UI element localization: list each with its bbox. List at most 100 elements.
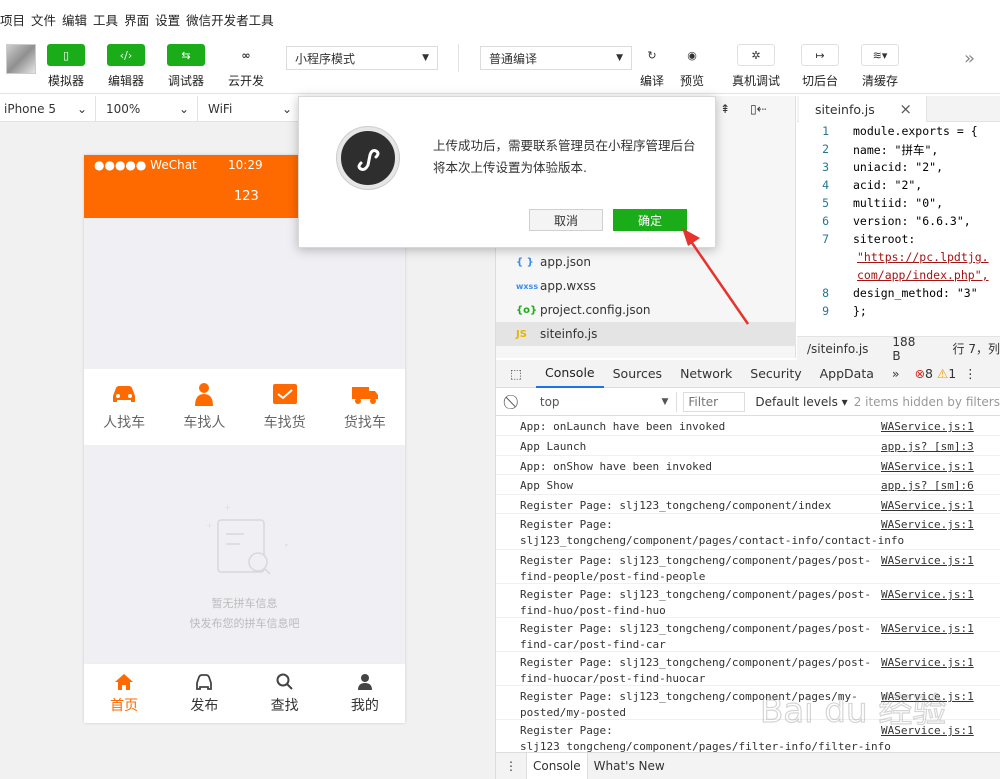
mode-select-value: 小程序模式: [295, 51, 356, 66]
log-source-link[interactable]: WAService.js:1: [881, 553, 974, 569]
menu-edit[interactable]: 编辑: [62, 10, 93, 29]
console-row: Register Page: slj123_tongcheng/componen…: [496, 550, 1000, 584]
debugger-label: 调试器: [167, 74, 204, 88]
log-source-link[interactable]: WAService.js:1: [881, 419, 974, 435]
context-select[interactable]: top ▼: [532, 391, 678, 412]
menu-view[interactable]: 界面: [124, 10, 155, 29]
menu-settings[interactable]: 设置: [155, 10, 186, 29]
menu-devtools[interactable]: 微信开发者工具: [186, 10, 280, 29]
nav-search[interactable]: 查找: [245, 664, 325, 723]
cancel-button[interactable]: 取消: [529, 209, 603, 231]
tab-network[interactable]: Network: [671, 360, 741, 388]
tab-goods-find-car[interactable]: 货找车: [325, 369, 405, 445]
simulator-button[interactable]: ▯ 模拟器: [36, 44, 96, 89]
filter-input[interactable]: [683, 391, 746, 412]
file-item[interactable]: { } app.json: [516, 250, 591, 274]
network-select[interactable]: WiFi ⌄: [198, 96, 300, 122]
inspect-icon[interactable]: ⬚: [496, 366, 536, 381]
empty-state: + + • 暂无拼车信息 快发布您的拼车信息吧: [84, 445, 405, 663]
user-icon: [357, 673, 372, 690]
chevron-down-icon: ⌄: [76, 101, 87, 116]
log-source-link[interactable]: WAService.js:1: [881, 655, 974, 671]
device-select[interactable]: iPhone 5 ⌄: [0, 95, 96, 122]
truck-icon: [351, 387, 378, 404]
log-source-link[interactable]: WAService.js:1: [881, 587, 974, 603]
clear-console-icon[interactable]: ⃠: [496, 394, 532, 410]
levels-select[interactable]: Default levels ▾: [755, 395, 847, 409]
code-text: module.exports = {: [853, 124, 978, 138]
error-icon: ⊗: [914, 366, 926, 381]
log-source-link[interactable]: WAService.js:1: [881, 621, 974, 637]
editor-label: 编辑器: [107, 74, 144, 88]
console-row: App Show app.js? [sm]:6: [496, 475, 1000, 495]
warning-count[interactable]: 1: [948, 366, 956, 381]
tab-appdata[interactable]: AppData: [811, 360, 883, 388]
code-icon: ‹/›: [107, 44, 145, 66]
menu-file[interactable]: 文件: [31, 10, 62, 29]
log-message: Register Page: slj123_tongcheng/componen…: [520, 499, 832, 512]
clear-cache-button[interactable]: ≋▾ 清缓存: [850, 44, 910, 89]
debugger-button[interactable]: ⇆ 调试器: [156, 44, 216, 89]
log-source-link[interactable]: app.js? [sm]:3: [881, 439, 974, 455]
log-source-link[interactable]: WAService.js:1: [881, 498, 974, 514]
nav-mine[interactable]: 我的: [325, 664, 405, 723]
split-icon[interactable]: ▯⇠: [750, 102, 767, 116]
tab-people-find-car[interactable]: 人找车: [84, 369, 164, 445]
editor-tab-siteinfo[interactable]: siteinfo.js ×: [799, 96, 927, 122]
tab-security[interactable]: Security: [741, 360, 810, 388]
preview-button[interactable]: ◉ 预览: [662, 44, 722, 89]
file-item[interactable]: {o} project.config.json: [516, 298, 651, 322]
status-carrier: ●●●●● WeChat: [94, 158, 197, 172]
file-item[interactable]: wxss app.wxss: [516, 274, 596, 298]
tab-console[interactable]: Console: [536, 360, 604, 388]
tab-label: 人找车: [103, 415, 146, 431]
file-name: siteinfo.js: [540, 327, 598, 341]
tab-more[interactable]: »: [883, 360, 909, 388]
log-source-link[interactable]: app.js? [sm]:6: [881, 478, 974, 494]
line-number: 6: [822, 214, 829, 228]
line-number: [797, 268, 829, 286]
nav-home[interactable]: 首页: [84, 664, 164, 723]
tab-sources[interactable]: Sources: [604, 360, 671, 388]
log-message: App Show: [520, 479, 573, 492]
code-editor[interactable]: 1 module.exports = { 2 name: "拼车", 3 unia…: [797, 122, 1000, 336]
log-source-link[interactable]: WAService.js:1: [881, 517, 974, 533]
tab-car-find-people[interactable]: 车找人: [164, 369, 244, 445]
collapse-icon[interactable]: ⇞: [720, 102, 730, 116]
close-icon[interactable]: ×: [899, 100, 912, 118]
drawer-tab-console[interactable]: Console: [526, 753, 588, 779]
status-position: 行 7，列: [952, 342, 1000, 356]
code-line: 6 version: "6.6.3",: [797, 214, 971, 232]
avatar[interactable]: [6, 44, 36, 74]
device-debug-button[interactable]: ✲ 真机调试: [726, 44, 786, 89]
console-row: App: onShow have been invoked WAService.j…: [496, 456, 1000, 475]
svg-text:+: +: [224, 503, 231, 512]
log-message: App: onLaunch have been invoked: [520, 420, 726, 433]
nav-title: 123: [234, 189, 259, 204]
kebab-menu-icon[interactable]: ⋮: [496, 759, 526, 773]
code-line: 2 name: "拼车",: [797, 142, 938, 160]
cloud-button[interactable]: ∞ 云开发: [216, 44, 276, 89]
kebab-menu-icon[interactable]: ⋮: [964, 366, 977, 381]
console-row: Register Page: slj123_tongcheng/componen…: [496, 514, 1000, 550]
network-value: WiFi: [208, 101, 233, 116]
toolbar-more-icon[interactable]: »: [964, 48, 975, 69]
upload-success-dialog: 上传成功后，需要联系管理员在小程序管理后台将本次上传设置为体验版本. 取消 确定: [298, 96, 716, 248]
tab-label: 车找人: [183, 415, 226, 431]
compile-select[interactable]: 普通编译 ▼: [480, 46, 632, 70]
tab-car-find-goods[interactable]: 车找货: [245, 369, 325, 445]
tab-label: 货找车: [343, 415, 386, 431]
menu-project[interactable]: 项目: [0, 10, 31, 29]
error-count[interactable]: 8: [925, 366, 933, 381]
editor-button[interactable]: ‹/› 编辑器: [96, 44, 156, 89]
chevron-down-icon: ⌄: [281, 101, 292, 116]
nav-publish[interactable]: 发布: [164, 664, 244, 723]
editor-tabs: siteinfo.js ×: [797, 96, 1000, 122]
log-source-link[interactable]: WAService.js:1: [881, 459, 974, 475]
background-button[interactable]: ↦ 切后台: [790, 44, 850, 89]
zoom-select[interactable]: 100% ⌄: [96, 95, 198, 122]
mode-select[interactable]: 小程序模式 ▼: [286, 46, 438, 70]
tab-label: 车找货: [263, 415, 306, 431]
menu-tools[interactable]: 工具: [93, 10, 124, 29]
drawer-tab-whats-new[interactable]: What's New: [588, 759, 671, 773]
